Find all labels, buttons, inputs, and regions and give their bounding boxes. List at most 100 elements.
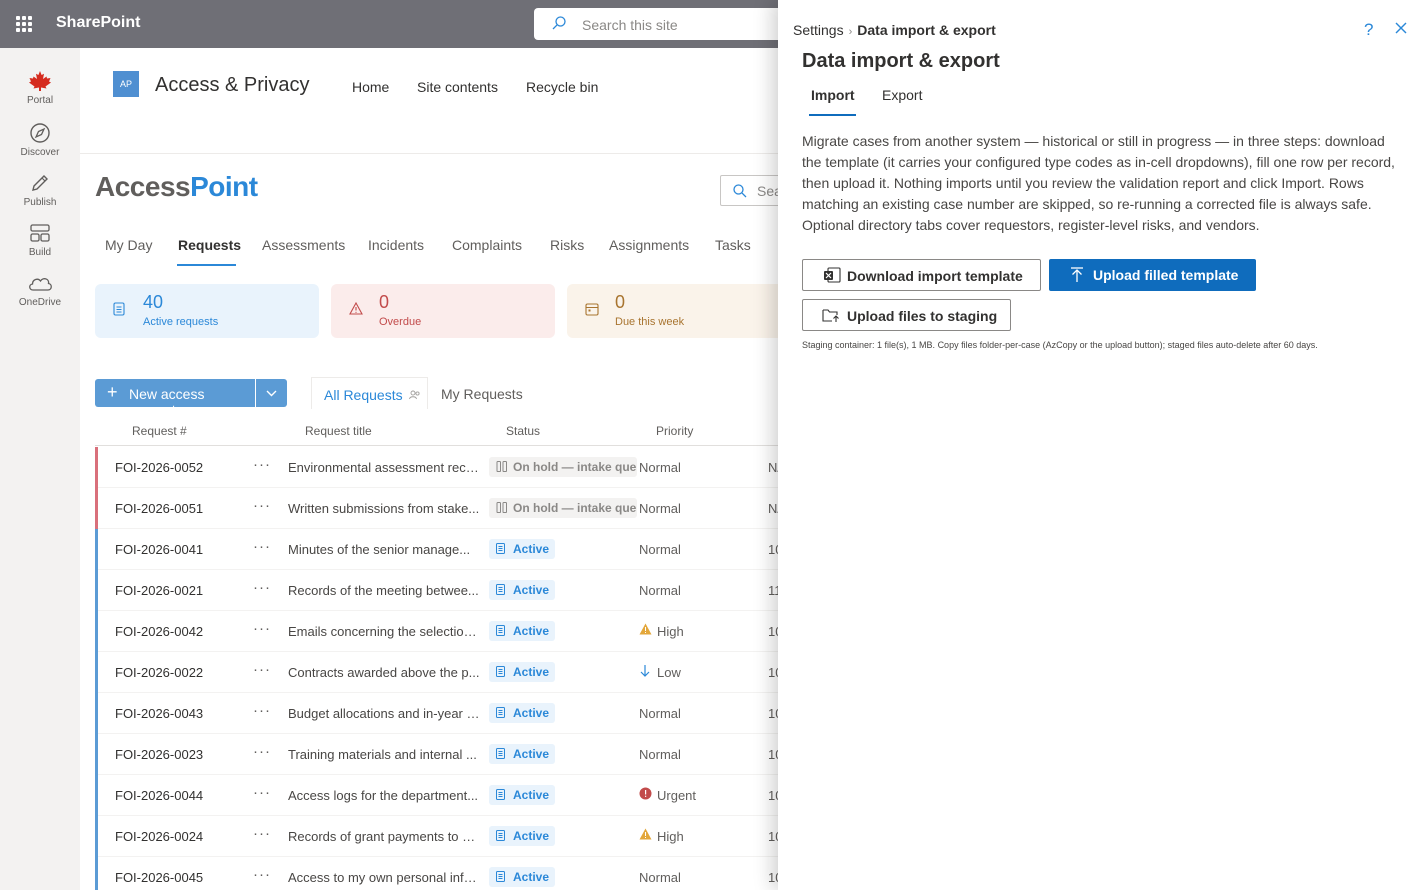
request-number[interactable]: FOI-2026-0044: [115, 788, 203, 803]
appbar-onedrive[interactable]: OneDrive: [0, 272, 80, 308]
site-nav-home[interactable]: Home: [352, 79, 389, 95]
appbar-build[interactable]: Build: [0, 222, 80, 258]
stat-label: Overdue: [379, 316, 422, 328]
tab-incidents[interactable]: Incidents: [368, 237, 424, 253]
status-badge: Active: [489, 662, 556, 682]
more-options-icon[interactable]: ···: [253, 661, 271, 678]
tab-import[interactable]: Import: [811, 87, 855, 103]
tab-requests[interactable]: Requests: [178, 237, 241, 253]
more-options-icon[interactable]: ···: [253, 538, 271, 555]
more-options-icon[interactable]: ···: [253, 497, 271, 514]
appbar-label: Discover: [20, 147, 60, 158]
more-options-icon[interactable]: ···: [253, 784, 271, 801]
upload-files-to-staging-button[interactable]: Upload files to staging: [802, 299, 1011, 331]
table-row[interactable]: FOI-2026-0022 ··· Contracts awarded above …: [95, 652, 780, 693]
more-options-icon[interactable]: ···: [253, 702, 271, 719]
stat-card-overdue[interactable]: 0 Overdue: [331, 284, 555, 338]
site-nav-site-contents[interactable]: Site contents: [417, 79, 498, 95]
tab-export[interactable]: Export: [882, 87, 922, 103]
request-title[interactable]: Access to my own personal info...: [288, 870, 480, 885]
request-number[interactable]: FOI-2026-0052: [115, 460, 203, 475]
request-title[interactable]: Records of grant payments to a...: [288, 829, 480, 844]
table-row[interactable]: FOI-2026-0044 ··· Access logs for the depa…: [95, 775, 780, 816]
tab-assessments[interactable]: Assessments: [262, 237, 345, 253]
request-title[interactable]: Emails concerning the selection...: [288, 624, 480, 639]
priority-text: Normal: [639, 747, 681, 762]
site-logo[interactable]: AP: [113, 71, 139, 97]
status-badge: Active: [489, 785, 556, 805]
more-options-icon[interactable]: ···: [253, 866, 271, 883]
help-icon[interactable]: ?: [1364, 20, 1373, 40]
status-text: Active: [513, 870, 550, 884]
appbar-publish[interactable]: Publish: [0, 172, 80, 208]
request-number[interactable]: FOI-2026-0042: [115, 624, 203, 639]
upload-filled-template-button[interactable]: Upload filled template: [1049, 259, 1256, 291]
app-launcher-icon[interactable]: [16, 16, 32, 32]
main-content: AP Access & Privacy Home Site contents R…: [80, 60, 780, 890]
column-header-request-number[interactable]: Request #: [132, 424, 187, 438]
excel-icon: [824, 267, 841, 283]
request-number[interactable]: FOI-2026-0022: [115, 665, 203, 680]
table-row[interactable]: FOI-2026-0021 ··· Records of the meeting b…: [95, 570, 780, 611]
table-row[interactable]: FOI-2026-0051 ··· Written submissions from…: [95, 488, 780, 529]
table-row[interactable]: FOI-2026-0023 ··· Training materials and i…: [95, 734, 780, 775]
more-options-icon[interactable]: ···: [253, 620, 271, 637]
app-bar: Portal Discover Publish Build OneDrive: [0, 48, 80, 890]
site-search-box[interactable]: Search this site: [534, 8, 794, 40]
request-number[interactable]: FOI-2026-0043: [115, 706, 203, 721]
stat-card-due-this-week[interactable]: 0 Due this week: [567, 284, 780, 338]
tab-my-day[interactable]: My Day: [105, 237, 152, 253]
column-header-status[interactable]: Status: [506, 424, 540, 438]
appbar-portal[interactable]: Portal: [0, 70, 80, 106]
more-options-icon[interactable]: ···: [253, 456, 271, 473]
column-header-priority[interactable]: Priority: [656, 424, 693, 438]
table-row[interactable]: FOI-2026-0042 ··· Emails concerning the se…: [95, 611, 780, 652]
view-my-requests[interactable]: My Requests: [441, 377, 523, 409]
breadcrumb-settings[interactable]: Settings: [793, 22, 844, 38]
active-panel-tab-indicator: [809, 114, 856, 116]
more-options-icon[interactable]: ···: [253, 743, 271, 760]
appbar-discover[interactable]: Discover: [0, 122, 80, 158]
request-title[interactable]: Records of the meeting betwee...: [288, 583, 480, 598]
site-nav-recycle-bin[interactable]: Recycle bin: [526, 79, 598, 95]
table-row[interactable]: FOI-2026-0052 ··· Environmental assessment…: [95, 447, 780, 488]
tab-tasks[interactable]: Tasks: [715, 237, 751, 253]
new-request-dropdown-button[interactable]: [256, 379, 287, 407]
request-number[interactable]: FOI-2026-0045: [115, 870, 203, 885]
search-icon: [733, 184, 747, 198]
site-name[interactable]: Access & Privacy: [155, 74, 309, 97]
request-title[interactable]: Access logs for the department...: [288, 788, 480, 803]
request-number[interactable]: FOI-2026-0024: [115, 829, 203, 844]
request-title[interactable]: Contracts awarded above the p...: [288, 665, 480, 680]
priority-text: Normal: [639, 542, 681, 557]
app-brand-logo: AccessPoint: [95, 171, 258, 203]
request-title[interactable]: Minutes of the senior manage...: [288, 542, 480, 557]
stat-label: Active requests: [143, 316, 219, 328]
table-row[interactable]: FOI-2026-0024 ··· Records of grant payment…: [95, 816, 780, 857]
close-icon[interactable]: [1394, 21, 1408, 35]
request-title[interactable]: Environmental assessment reco...: [288, 460, 480, 475]
tab-complaints[interactable]: Complaints: [452, 237, 522, 253]
request-number[interactable]: FOI-2026-0051: [115, 501, 203, 516]
new-access-request-button[interactable]: + New access request: [95, 379, 255, 418]
request-title[interactable]: Training materials and internal ...: [288, 747, 480, 762]
more-options-icon[interactable]: ···: [253, 579, 271, 596]
request-number[interactable]: FOI-2026-0021: [115, 583, 203, 598]
request-title[interactable]: Written submissions from stake...: [288, 501, 480, 516]
stat-card-active[interactable]: 40 Active requests: [95, 284, 319, 338]
request-title[interactable]: Budget allocations and in-year r...: [288, 706, 480, 721]
staging-container-note: Staging container: 1 file(s), 1 MB. Copy…: [802, 340, 1318, 350]
table-row[interactable]: FOI-2026-0041 ··· Minutes of the senior ma…: [95, 529, 780, 570]
tab-assignments[interactable]: Assignments: [609, 237, 689, 253]
suite-app-name[interactable]: SharePoint: [56, 14, 140, 32]
tab-risks[interactable]: Risks: [550, 237, 584, 253]
more-options-icon[interactable]: ···: [253, 825, 271, 842]
table-row[interactable]: FOI-2026-0043 ··· Budget allocations and i…: [95, 693, 780, 734]
download-import-template-button[interactable]: Download import template: [802, 259, 1041, 291]
request-search-input[interactable]: Sea: [720, 175, 780, 206]
request-number[interactable]: FOI-2026-0023: [115, 747, 203, 762]
view-all-requests[interactable]: All Requests: [311, 377, 428, 409]
request-number[interactable]: FOI-2026-0041: [115, 542, 203, 557]
column-header-request-title[interactable]: Request title: [305, 424, 372, 438]
table-row[interactable]: FOI-2026-0045 ··· Access to my own persona…: [95, 857, 780, 890]
